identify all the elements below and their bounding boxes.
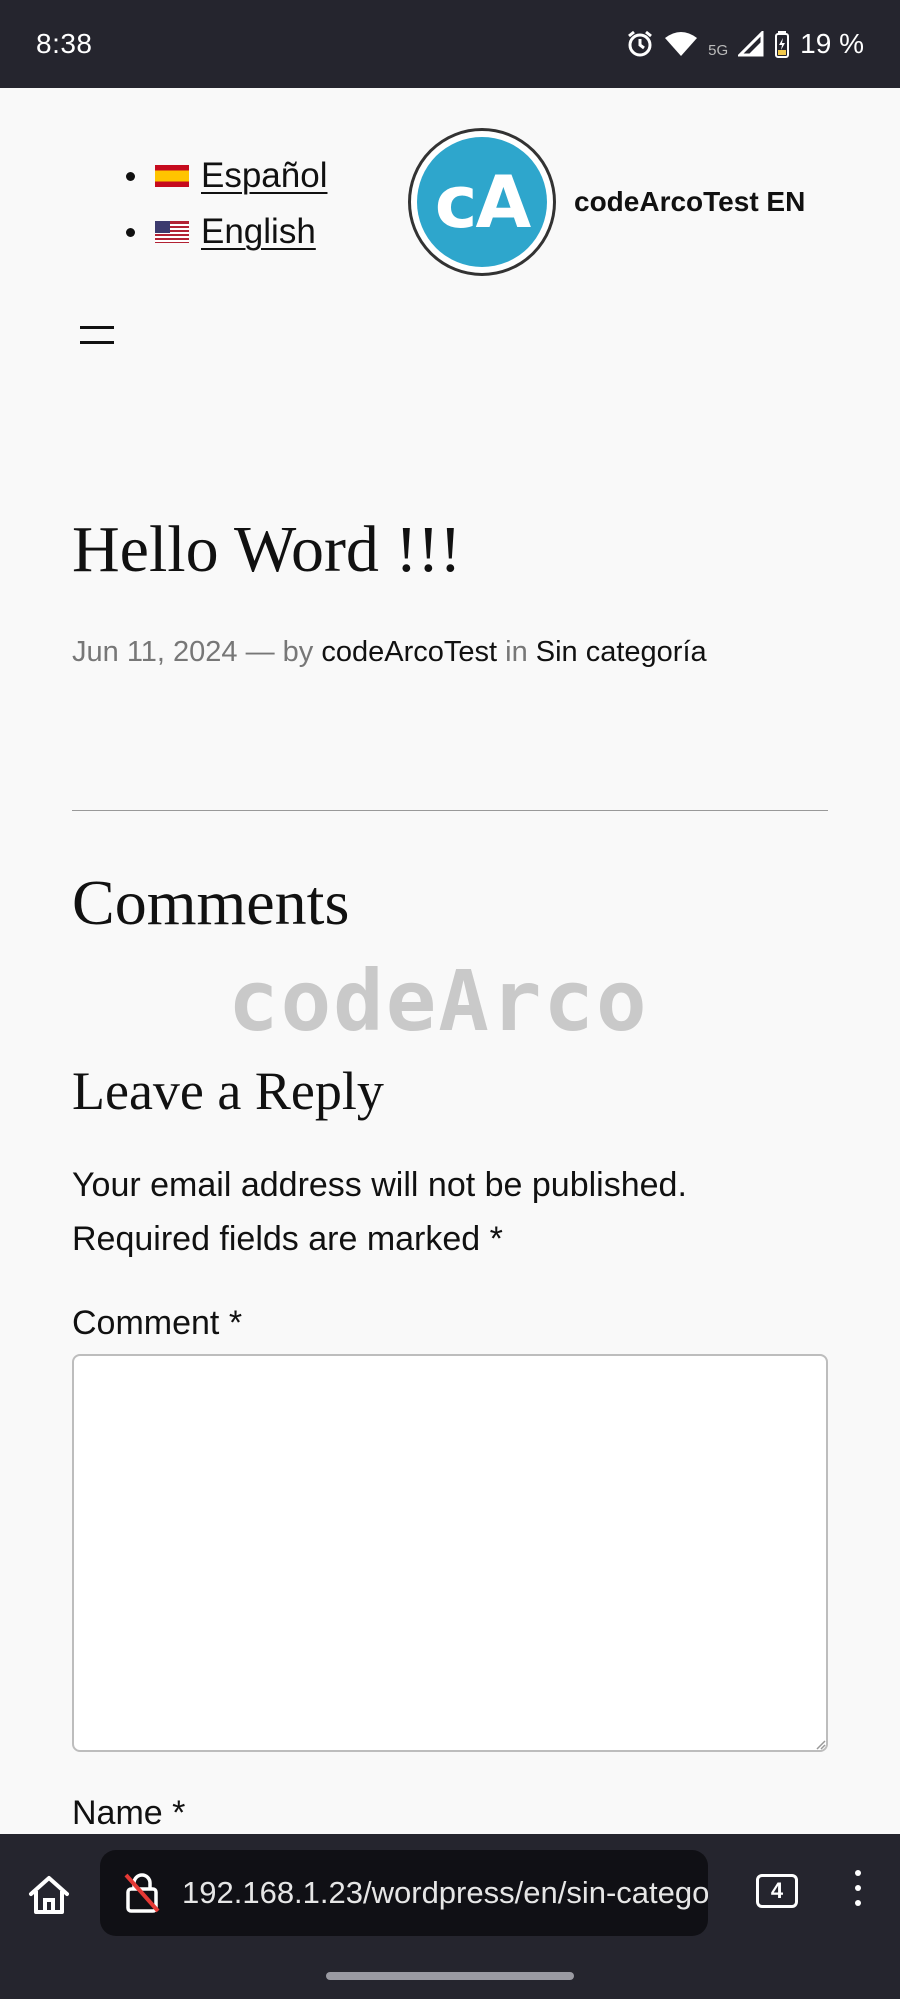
status-bar: 8:38 5G 19 % <box>0 0 900 88</box>
site-logo[interactable]: cA <box>408 128 556 276</box>
browser-toolbar: 192.168.1.23/wordpress/en/sin-catego 4 <box>0 1834 900 1999</box>
post-title: Hello Word !!! <box>72 513 462 586</box>
gesture-bar <box>326 1972 574 1980</box>
required-fields-notice: Your email address will not be published… <box>72 1166 687 1258</box>
meta-separator: — by <box>245 636 314 668</box>
insecure-lock-icon[interactable] <box>122 1871 162 1915</box>
signal-icon <box>738 31 764 57</box>
home-icon[interactable] <box>26 1872 72 1918</box>
menu-hamburger-icon[interactable] <box>80 326 114 348</box>
name-label: Name * <box>72 1794 186 1832</box>
post-author-link[interactable]: codeArcoTest <box>321 636 497 668</box>
status-time: 8:38 <box>36 28 93 59</box>
resize-grip-icon[interactable] <box>814 1738 826 1750</box>
meta-in: in <box>505 636 528 668</box>
spain-flag-icon <box>155 165 189 187</box>
us-flag-icon <box>155 221 189 243</box>
comment-textarea[interactable] <box>72 1354 828 1752</box>
language-item-es: Español <box>120 148 327 204</box>
logo-mark: cA <box>417 137 547 267</box>
divider <box>72 810 828 811</box>
battery-icon <box>775 31 790 58</box>
tabs-count-button[interactable]: 4 <box>756 1874 798 1908</box>
url-text: 192.168.1.23/wordpress/en/sin-catego <box>182 1875 708 1910</box>
wifi-icon <box>665 32 698 56</box>
language-switcher: Español English <box>120 148 327 260</box>
post-date[interactable]: Jun 11, 2024 <box>72 636 238 668</box>
comment-label: Comment * <box>72 1304 243 1342</box>
post-meta: Jun 11, 2024 — by codeArcoTest in Sin ca… <box>72 636 707 669</box>
status-icons: 5G 19 % <box>626 28 864 60</box>
language-link-espanol[interactable]: Español <box>201 156 327 196</box>
post-category-link[interactable]: Sin categoría <box>536 636 707 668</box>
watermark: codeArco <box>228 952 649 1050</box>
address-bar[interactable]: 192.168.1.23/wordpress/en/sin-catego <box>100 1850 708 1936</box>
network-type: 5G <box>708 42 729 59</box>
more-menu-icon[interactable] <box>852 1870 864 1914</box>
alarm-icon <box>628 30 653 57</box>
language-link-english[interactable]: English <box>201 212 316 252</box>
language-item-en: English <box>120 204 327 260</box>
site-title[interactable]: codeArcoTest EN <box>574 186 805 218</box>
battery-percent: 19 % <box>800 28 864 59</box>
comments-heading: Comments <box>72 867 350 938</box>
reply-heading: Leave a Reply <box>72 1061 384 1121</box>
